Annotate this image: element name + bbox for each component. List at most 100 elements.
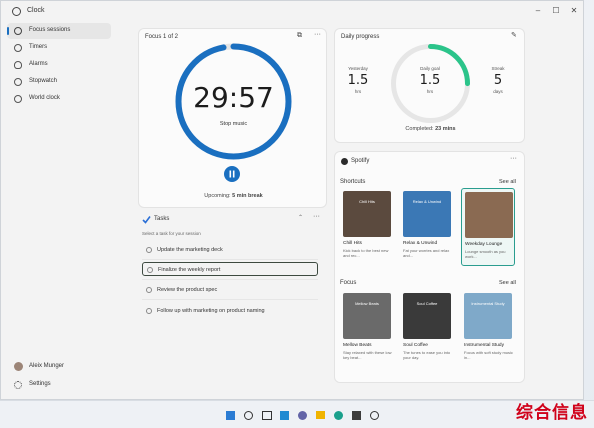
stopwatch-icon (14, 78, 22, 86)
playlist-tile-instrumental-study[interactable]: Instrumental Study Instrumental Study Fo… (461, 290, 515, 368)
task-label: Follow up with marketing on product nami… (157, 308, 265, 314)
tasks-title: Tasks (154, 216, 170, 222)
edit-icon[interactable]: ✎ (511, 31, 517, 39)
settings-item[interactable]: Settings (7, 377, 111, 393)
collapse-icon[interactable]: ⌃ (298, 214, 303, 221)
goal-unit: hrs (426, 89, 434, 94)
sidebar-item-alarms[interactable]: Alarms (7, 57, 111, 73)
task-item[interactable]: Review the product spec (142, 283, 318, 297)
cover-caption: Chill Hits (359, 199, 375, 204)
widgets-icon[interactable] (280, 411, 289, 420)
title-bar: Clock – ☐ ✕ (1, 1, 583, 23)
start-icon[interactable] (226, 411, 235, 420)
sidebar-item-label: Focus sessions (29, 27, 71, 33)
timer-icon (14, 44, 22, 52)
playlist-desc: Fat your worries and relax and... (403, 248, 450, 258)
task-radio[interactable] (146, 307, 152, 314)
more-options-icon[interactable]: ··· (313, 213, 320, 220)
playlist-name: Mellow Beats (343, 343, 372, 348)
mini-view-icon[interactable]: ⧉ (297, 32, 302, 40)
yesterday-stat: Yesterday 1.5 hrs (338, 66, 378, 94)
playlist-cover: Relax & Unwind (403, 191, 451, 237)
completed-value: 23 mins (435, 126, 456, 132)
more-options-icon[interactable]: ··· (314, 31, 321, 38)
alarm-icon (14, 61, 22, 69)
account-item[interactable]: Aleix Munger (7, 359, 111, 375)
app-title: Clock (27, 7, 45, 14)
sidebar-item-timers[interactable]: Timers (7, 40, 111, 56)
spotify-title: Spotify (351, 158, 370, 164)
playlist-name: Weekday Lounge (465, 242, 503, 247)
streak-label: Streak (491, 66, 505, 71)
shortcuts-title: Shortcuts (340, 179, 366, 185)
playlist-name: Instrumental Study (464, 343, 504, 348)
active-indicator (7, 27, 9, 35)
task-label: Review the product spec (157, 287, 218, 293)
playlist-cover: Mellow Beats (343, 293, 391, 339)
playlist-desc: Lounge smooth as you work... (465, 249, 506, 259)
playlist-tile-chill-hits[interactable]: Chill Hits Chill Hits Kick back to the b… (340, 188, 394, 266)
goal-value: 1.5 (419, 73, 441, 88)
task-item[interactable]: Update the marketing deck (142, 243, 318, 257)
playlist-tile-mellow-beats[interactable]: Mellow Beats Mellow Beats Stay relaxed w… (340, 290, 394, 368)
avatar (14, 362, 23, 371)
playlist-desc: Stay relaxed with these low key beat... (343, 350, 392, 360)
sidebar-item-stopwatch[interactable]: Stopwatch (7, 74, 111, 90)
store-icon[interactable] (352, 411, 361, 420)
playlist-name: Soul Coffee (403, 343, 428, 348)
stop-music-button[interactable]: Stop music (139, 121, 328, 127)
maximize-icon[interactable]: ☐ (549, 5, 563, 17)
playlist-cover: Soul Coffee (403, 293, 451, 339)
task-view-icon[interactable] (262, 411, 272, 420)
watermark-text: 综合信息 (516, 403, 588, 423)
tasks-hint: Select a task for your session (142, 231, 201, 236)
minimize-icon[interactable]: – (531, 5, 545, 17)
focus-title: Focus 1 of 2 (145, 34, 179, 40)
goal-stat: Daily goal 1.5 hrs (410, 66, 450, 94)
playlist-cover: Chill Hits (343, 191, 391, 237)
divider (142, 259, 318, 260)
clock-taskbar-icon[interactable] (370, 411, 379, 420)
upcoming-label: Upcoming: 5 min break (139, 193, 328, 199)
task-label: Finalize the weekly report (158, 267, 221, 273)
focus-see-all-link[interactable]: See all (499, 280, 516, 286)
playlist-cover: Instrumental Study (464, 293, 512, 339)
task-item[interactable]: Follow up with marketing on product nami… (142, 304, 318, 318)
upcoming-prefix: Upcoming: (204, 193, 231, 199)
streak-unit: days (493, 89, 503, 94)
divider (142, 299, 318, 300)
completed-label: Completed: 23 mins (335, 126, 526, 132)
gear-icon (14, 381, 22, 389)
spotify-card: Spotify ··· Shortcuts See all Chill Hits… (334, 151, 525, 383)
playlist-desc: Kick back to the best new and rec... (343, 248, 389, 258)
task-radio[interactable] (147, 266, 153, 273)
playlist-tile-soul-coffee[interactable]: Soul Coffee Soul Coffee The tunes to eas… (400, 290, 454, 368)
todo-check-icon (142, 216, 151, 224)
file-explorer-icon[interactable] (316, 411, 325, 419)
edge-icon[interactable] (334, 411, 343, 420)
sidebar-item-focus-sessions[interactable]: Focus sessions (7, 23, 111, 39)
more-options-icon[interactable]: ··· (510, 155, 517, 162)
shortcuts-see-all-link[interactable]: See all (499, 179, 516, 185)
sidebar-item-world-clock[interactable]: World clock (7, 91, 111, 107)
divider (142, 279, 318, 280)
playlist-tile-weekday-lounge[interactable]: Weekday Lounge Lounge smooth as you work… (461, 188, 515, 266)
search-icon[interactable] (244, 411, 253, 420)
task-label: Update the marketing deck (157, 247, 223, 253)
globe-icon (14, 95, 22, 103)
cover-caption: Instrumental Study (471, 301, 505, 306)
task-item-selected[interactable]: Finalize the weekly report (142, 262, 318, 276)
task-radio[interactable] (146, 286, 152, 293)
playlist-desc: The tunes to ease you into your day. (403, 350, 451, 360)
chat-icon[interactable] (298, 411, 307, 420)
pause-button[interactable] (224, 166, 240, 182)
playlist-desc: Focus with soft study music in... (464, 350, 513, 360)
goal-label: Daily goal (420, 66, 440, 71)
settings-label: Settings (29, 381, 51, 387)
sidebar-item-label: Timers (29, 44, 48, 50)
playlist-tile-relax-unwind[interactable]: Relax & Unwind Relax & Unwind Fat your w… (400, 188, 454, 266)
sidebar-item-label: Alarms (29, 61, 48, 67)
close-icon[interactable]: ✕ (567, 5, 581, 17)
task-radio[interactable] (146, 246, 152, 253)
cover-caption: Soul Coffee (416, 301, 438, 306)
